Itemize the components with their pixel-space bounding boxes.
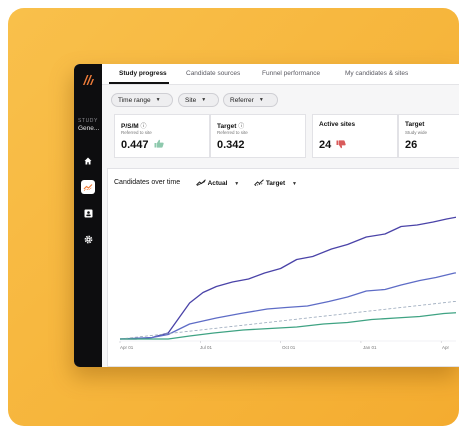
series-line-3: [120, 312, 456, 340]
kpi-value: 26: [405, 139, 418, 151]
x-tick-label: Apr: [442, 345, 450, 350]
kpi-title: Target ⓘ: [217, 123, 245, 130]
kpi-value: 0.447: [121, 139, 164, 151]
kpi-title: Active sites: [319, 121, 356, 128]
series-line-2: [119, 300, 456, 340]
referrer-label: Referrer: [230, 96, 254, 104]
tab-my-candidates-sites[interactable]: My candidates & sites: [345, 70, 408, 77]
x-tick-label: Oct 01: [282, 345, 296, 350]
kpi-title: P/S/M ⓘ: [121, 123, 147, 130]
chevron-down-icon: ▼: [155, 97, 161, 103]
study-name[interactable]: Gene...: [78, 125, 99, 132]
kpi-value: 0.342: [217, 139, 245, 151]
tab-candidate-sources[interactable]: Candidate sources: [186, 70, 240, 77]
tab-bar: Study progress Candidate sources Funnel …: [102, 64, 459, 85]
kpi-title: Target: [405, 121, 425, 128]
sidebar: STUDY Gene...: [74, 64, 102, 367]
site-filter[interactable]: Site ▼: [178, 93, 219, 107]
chevron-down-icon: ▼: [258, 97, 264, 103]
x-tick-label: Apr 01: [120, 345, 134, 350]
logo-icon: [83, 75, 94, 85]
referrer-filter[interactable]: Referrer ▼: [223, 93, 278, 107]
contact-card-icon[interactable]: [81, 206, 95, 220]
kpi-subtitle: Referred to site: [217, 130, 248, 135]
main-content: Study progress Candidate sources Funnel …: [102, 64, 459, 367]
kpi-subtitle: Study wide: [405, 130, 428, 135]
site-label: Site: [185, 96, 197, 104]
study-label: STUDY: [78, 118, 98, 124]
app-window: STUDY Gene... Study progress Candidate s…: [74, 64, 459, 367]
tab-study-progress[interactable]: Study progress: [119, 70, 167, 77]
home-icon[interactable]: [81, 154, 95, 168]
series-line-0: [120, 216, 456, 340]
line-chart: [119, 216, 456, 343]
kpi-card-active-sites: Active sites 24: [312, 114, 398, 158]
active-tab-indicator: [109, 82, 169, 84]
kpi-card-sites-target: Target Study wide 26: [398, 114, 459, 158]
kpi-card-psm: P/S/M ⓘ Referred to site 0.447: [114, 114, 210, 158]
gear-icon[interactable]: [81, 232, 95, 246]
thumbs-down-icon: [336, 140, 346, 149]
x-tick-label: Jul 01: [200, 345, 213, 350]
time-range-label: Time range: [118, 96, 151, 104]
tab-funnel-performance[interactable]: Funnel performance: [262, 70, 320, 77]
time-range-filter[interactable]: Time range ▼: [111, 93, 173, 107]
kpi-value: 24: [319, 139, 346, 151]
trend-chart-icon[interactable]: [81, 180, 95, 194]
kpi-card-psm-target: Target ⓘ Referred to site 0.342: [210, 114, 306, 158]
kpi-subtitle: Referred to site: [121, 130, 152, 135]
thumbs-up-icon: [154, 139, 164, 148]
chevron-down-icon: ▼: [201, 97, 207, 103]
chart-card: Candidates over time Actual ▼ Target ▼ A…: [107, 168, 459, 367]
x-tick-label: Jan 01: [363, 345, 377, 350]
